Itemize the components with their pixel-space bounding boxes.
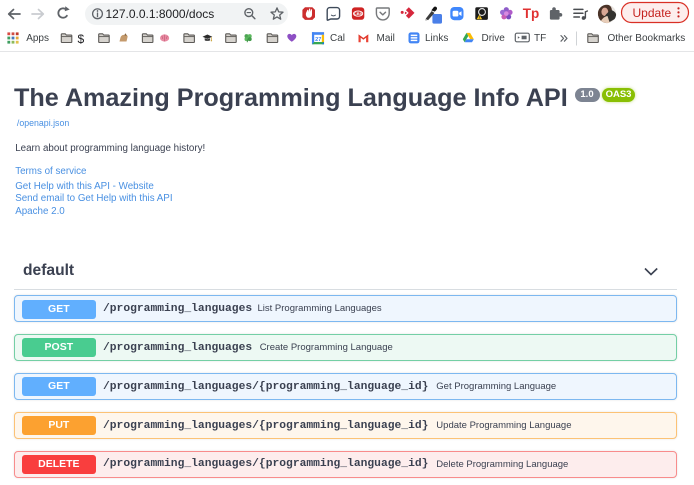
svg-text:Tp: Tp bbox=[523, 6, 540, 21]
svg-text:CBS: CBS bbox=[354, 11, 363, 16]
svg-text:27: 27 bbox=[315, 37, 321, 43]
